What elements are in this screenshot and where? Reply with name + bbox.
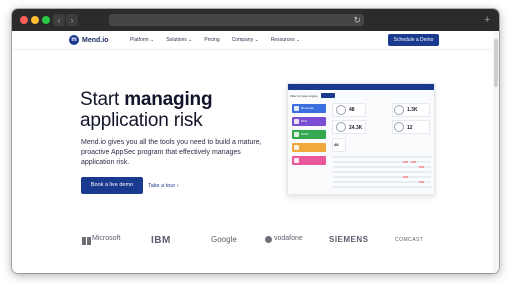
table-cell-highlight bbox=[403, 176, 408, 178]
nav-resources[interactable]: Resources ⌄ bbox=[271, 37, 301, 43]
stat-value: 1.3K bbox=[407, 107, 418, 113]
back-button[interactable]: ‹ bbox=[53, 14, 65, 26]
scan-engine-item: Renovate bbox=[292, 104, 326, 113]
table-cell-highlight bbox=[419, 181, 424, 183]
scan-engine-item: SCA bbox=[292, 117, 326, 126]
table-row bbox=[333, 171, 431, 173]
nav-platform[interactable]: Platform ⌄ bbox=[130, 37, 154, 43]
table-cell-highlight bbox=[403, 161, 408, 163]
table-row bbox=[333, 166, 431, 168]
table-row bbox=[333, 156, 431, 158]
forward-button[interactable]: › bbox=[66, 14, 78, 26]
stat-value: 48 bbox=[349, 107, 355, 113]
minimize-window-button[interactable] bbox=[31, 16, 39, 24]
table-row bbox=[333, 186, 431, 188]
dashboard-preview-image: Filter by scan engine Renovate SCA SAST 48… bbox=[287, 83, 435, 195]
scan-engine-item: SAST bbox=[292, 130, 326, 139]
table-row bbox=[333, 161, 431, 163]
page-scrollbar[interactable] bbox=[493, 31, 499, 273]
hero-title: Start managing application risk bbox=[80, 89, 213, 131]
mend-logo[interactable]: m Mend.io bbox=[69, 35, 108, 45]
microsoft-icon bbox=[82, 237, 91, 245]
stat-value: 48 bbox=[334, 142, 339, 147]
browser-window: ‹ › ↻ + m Mend.io Platform ⌄ Solutions ⌄… bbox=[12, 9, 499, 273]
vodafone-icon bbox=[265, 236, 272, 243]
dashboard-table bbox=[333, 156, 431, 192]
google-logo: Google bbox=[211, 235, 237, 244]
web-page: m Mend.io Platform ⌄ Solutions ⌄ Pricing… bbox=[12, 31, 499, 273]
stat-ring bbox=[336, 122, 346, 132]
book-demo-button[interactable]: Book a live demo bbox=[81, 177, 143, 194]
ibm-logo: IBM bbox=[151, 235, 171, 246]
stat-ring bbox=[394, 122, 404, 132]
table-cell-highlight bbox=[419, 166, 424, 168]
stat-value: 24.3K bbox=[349, 125, 363, 131]
siemens-logo: SIEMENS bbox=[329, 235, 369, 244]
dashboard-filter-label: Filter by scan engine bbox=[290, 94, 318, 98]
browser-toolbar: ‹ › ↻ + bbox=[12, 9, 499, 31]
maximize-window-button[interactable] bbox=[42, 16, 50, 24]
scroll-thumb[interactable] bbox=[494, 39, 498, 87]
table-row bbox=[333, 181, 431, 183]
address-bar[interactable]: ↻ bbox=[109, 14, 364, 26]
nav-pricing[interactable]: Pricing bbox=[204, 37, 219, 43]
hero-description: Mend.io gives you all the tools you need… bbox=[81, 139, 262, 166]
dashboard-topbar bbox=[288, 84, 434, 90]
main-nav: Platform ⌄ Solutions ⌄ Pricing Company ⌄… bbox=[130, 37, 312, 43]
reload-icon[interactable]: ↻ bbox=[353, 14, 361, 26]
mend-logo-icon: m bbox=[69, 35, 79, 45]
logo-text: Mend.io bbox=[82, 36, 109, 44]
dashboard-filter-button bbox=[321, 93, 335, 98]
chevron-right-icon: › bbox=[70, 15, 74, 25]
stat-value: 12 bbox=[407, 125, 413, 131]
schedule-demo-button[interactable]: Schedule a Demo bbox=[388, 34, 439, 46]
stat-ring bbox=[336, 105, 346, 115]
stat-ring bbox=[394, 105, 404, 115]
table-cell-highlight bbox=[411, 161, 416, 163]
nav-solutions[interactable]: Solutions ⌄ bbox=[166, 37, 192, 43]
customer-logos: Microsoft IBM Google vodafone SIEMENS CO… bbox=[12, 235, 492, 249]
chevron-left-icon: ‹ bbox=[57, 15, 61, 25]
comcast-logo: COMCAST bbox=[395, 237, 424, 243]
take-tour-link[interactable]: Take a tour › bbox=[148, 183, 179, 189]
close-window-button[interactable] bbox=[20, 16, 28, 24]
table-row bbox=[333, 176, 431, 178]
site-header: m Mend.io Platform ⌄ Solutions ⌄ Pricing… bbox=[12, 31, 492, 50]
plus-icon[interactable]: + bbox=[484, 14, 490, 26]
scan-engine-item bbox=[292, 143, 326, 152]
nav-company[interactable]: Company ⌄ bbox=[232, 37, 259, 43]
scan-engine-item bbox=[292, 156, 326, 165]
